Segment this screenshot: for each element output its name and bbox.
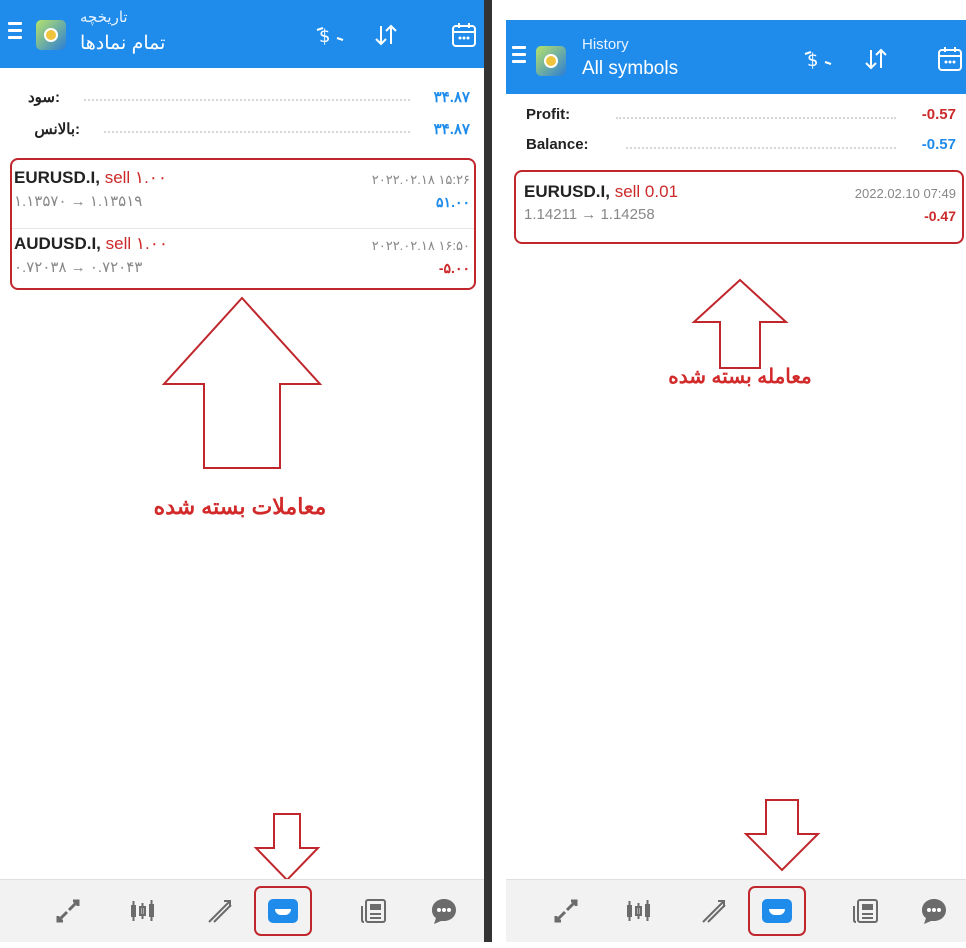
up-arrow-annotation <box>161 296 323 469</box>
trade-icon[interactable] <box>684 896 726 926</box>
history-icon <box>268 899 298 923</box>
profit-label: سود: <box>28 89 60 106</box>
bottom-navigation <box>0 879 484 942</box>
trade-icon[interactable] <box>190 896 232 926</box>
app-bar: تاریخچه تمام نمادها $ <box>0 0 484 68</box>
profit-value: -0.57 <box>921 106 956 123</box>
quotes-icon[interactable] <box>38 896 80 926</box>
history-tab-active[interactable] <box>254 886 312 936</box>
down-arrow-annotation <box>743 799 821 872</box>
panel-gap <box>492 0 506 942</box>
menu-icon[interactable] <box>8 22 22 40</box>
annotation-text: معامله بسته شده <box>668 366 812 388</box>
chat-icon[interactable] <box>904 896 946 926</box>
symbol-filter[interactable]: تمام نمادها <box>80 32 165 55</box>
app-logo <box>36 20 66 50</box>
leader-dots <box>616 117 896 121</box>
page-title: History <box>582 36 629 53</box>
balance-value: ۳۴.۸۷ <box>433 121 470 138</box>
profit-label: Profit: <box>526 106 571 123</box>
history-icon <box>762 899 792 923</box>
history-panel-persian: تاریخچه تمام نمادها $ سود: ۳۴.۸۷ بالانس:… <box>0 0 484 942</box>
balance-label: بالانس: <box>34 121 80 138</box>
balance-label: Balance: <box>526 136 589 153</box>
annotation-text: معاملات بسته شده <box>153 494 327 519</box>
highlight-box <box>514 170 964 244</box>
calendar-icon[interactable] <box>920 44 962 74</box>
news-icon[interactable] <box>344 896 386 926</box>
balance-row: Balance: -0.57 <box>526 136 956 160</box>
leader-dots <box>104 131 410 135</box>
menu-icon[interactable] <box>512 46 526 64</box>
chat-icon[interactable] <box>414 896 456 926</box>
bottom-navigation <box>506 879 966 942</box>
history-panel-english: History All symbols $ Profit: -0.57 Bala… <box>506 6 966 948</box>
quotes-icon[interactable] <box>536 896 578 926</box>
history-tab-active[interactable] <box>748 886 806 936</box>
sort-icon[interactable] <box>356 20 397 50</box>
profit-row: Profit: -0.57 <box>526 106 956 130</box>
page-title: تاریخچه <box>80 9 128 26</box>
currency-exchange-icon[interactable]: $ <box>300 20 344 50</box>
profit-row: سود: ۳۴.۸۷ <box>14 88 470 112</box>
currency-exchange-icon[interactable]: $ <box>788 44 832 74</box>
leader-dots <box>626 147 896 151</box>
symbol-filter[interactable]: All symbols <box>582 58 678 80</box>
chart-icon[interactable] <box>608 896 650 926</box>
sort-icon[interactable] <box>846 44 887 74</box>
highlight-box <box>10 158 476 290</box>
news-icon[interactable] <box>836 896 878 926</box>
balance-row: بالانس: ۳۴.۸۷ <box>14 120 470 144</box>
app-bar: History All symbols $ <box>506 20 966 94</box>
chart-icon[interactable] <box>112 896 154 926</box>
panel-divider <box>484 0 492 942</box>
app-logo <box>536 46 566 76</box>
profit-value: ۳۴.۸۷ <box>433 89 470 106</box>
leader-dots <box>84 99 410 103</box>
balance-value: -0.57 <box>921 136 956 153</box>
calendar-icon[interactable] <box>434 20 476 50</box>
up-arrow-annotation <box>691 278 789 369</box>
down-arrow-annotation <box>253 813 321 882</box>
